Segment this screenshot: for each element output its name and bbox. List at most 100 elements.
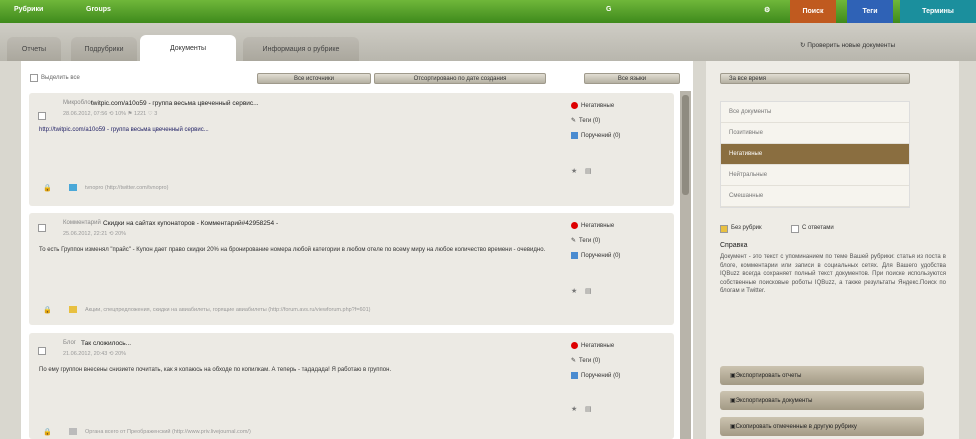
document-body[interactable]: То есть Группон изменял "прайс" - Купон …	[39, 246, 559, 255]
groups-link[interactable]: Groups	[86, 6, 111, 13]
tab-reports[interactable]: Отчеты	[7, 37, 61, 61]
tab-documents[interactable]: Документы	[140, 35, 236, 61]
select-all-checkbox[interactable]	[30, 74, 38, 82]
tab-rubric-info[interactable]: Информация о рубрике	[243, 37, 359, 61]
document-meta: 21.06.2012, 20:43 ⟲ 20%	[63, 351, 127, 357]
document-checkbox[interactable]	[38, 347, 46, 355]
assignments-link[interactable]: Поручений (0)	[571, 252, 620, 259]
with-answers-label: С ответами	[802, 225, 834, 231]
assign-icon	[571, 132, 578, 139]
export-reports-label: Экспортировать отчеты	[735, 372, 802, 379]
sentiment-negative[interactable]: Негативные	[571, 342, 614, 349]
red-dot-icon	[571, 102, 578, 109]
blog-icon	[69, 428, 77, 435]
assignments-label: Поручений (0)	[581, 132, 621, 139]
assignments-label: Поручений (0)	[581, 372, 621, 379]
tags-link[interactable]: ✎ Теги (0)	[571, 357, 601, 365]
filter-all[interactable]: Все документы	[721, 102, 909, 123]
tags-link[interactable]: ✎ Теги (0)	[571, 117, 601, 125]
tags-button[interactable]: Теги	[847, 0, 893, 23]
copy-to-rubric-label: Скопировать отмеченные в другую рубрику	[735, 423, 857, 430]
document-checkbox[interactable]	[38, 224, 46, 232]
document-title[interactable]: Так сложилось...	[81, 340, 131, 347]
gear-icon[interactable]: ⚙	[764, 6, 770, 14]
filter-negative[interactable]: Негативные	[721, 144, 909, 165]
sort-dropdown[interactable]: Отсортировано по дате создания	[374, 73, 546, 84]
pencil-icon: ✎	[571, 118, 577, 124]
terms-button[interactable]: Термины	[900, 0, 976, 23]
export-documents-label: Экспортировать документы	[735, 397, 813, 404]
export-documents-button[interactable]: ▣ Экспортировать документы	[720, 391, 924, 410]
help-text: Документ - это текст с упоминанием по те…	[720, 254, 946, 294]
pencil-icon: ✎	[571, 358, 577, 364]
document-meta: 28.06.2012, 07:56 ⟲ 10% ⚑ 1221 ♡ 3	[63, 111, 158, 117]
document-footer[interactable]: Органа всего от Преображенский (http://w…	[85, 429, 251, 435]
document-meta: 25.06.2012, 22:21 ⟲ 20%	[63, 231, 127, 237]
assignments-label: Поручений (0)	[581, 252, 621, 259]
filter-mixed[interactable]: Смешанные	[721, 186, 909, 207]
star-icon[interactable]: ★	[571, 405, 577, 413]
assignments-link[interactable]: Поручений (0)	[571, 132, 620, 139]
right-sidebar: За все время Все документы Позитивные Не…	[706, 61, 959, 439]
copy-to-rubric-button[interactable]: ▣ Скопировать отмеченные в другую рубрик…	[720, 417, 924, 436]
g-icon[interactable]: G	[606, 6, 611, 13]
sentiment-negative[interactable]: Негативные	[571, 102, 614, 109]
document-footer[interactable]: tvnopro (http://twitter.com/tvnopro)	[85, 185, 168, 191]
note-icon[interactable]: ▤	[585, 405, 592, 413]
check-new-label: Проверить новые документы	[807, 42, 896, 49]
document-source: Блог	[63, 340, 76, 346]
document-footer[interactable]: Акции, спецпредложения, скидки на авиаби…	[85, 307, 371, 313]
assign-icon	[571, 252, 578, 259]
period-dropdown[interactable]: За все время	[720, 73, 910, 84]
twitter-icon	[69, 184, 77, 191]
document-source: Микроблог	[63, 100, 93, 106]
assignments-link[interactable]: Поручений (0)	[571, 372, 620, 379]
tags-label: Теги (0)	[579, 117, 601, 124]
document-body[interactable]: http://twitpic.com/a10o59 - группа весьм…	[39, 126, 539, 135]
documents-panel: Выделить все Все источники Отсортировано…	[21, 61, 693, 439]
lock-icon[interactable]: 🔒	[43, 184, 52, 192]
document-checkbox[interactable]	[38, 112, 46, 120]
top-navbar: Рубрики Groups G ⚙ Поиск Теги Термины	[0, 0, 976, 23]
languages-dropdown[interactable]: Все языки	[584, 73, 680, 84]
assign-icon	[571, 372, 578, 379]
document-title[interactable]: twitpic.com/a10o59 - группа весьма цвече…	[91, 100, 259, 107]
tags-label: Теги (0)	[579, 357, 601, 364]
scrollbar-thumb[interactable]	[682, 95, 689, 195]
tab-bar: Отчеты Подрубрики Документы Информация о…	[0, 23, 976, 61]
no-rubric-label: Без рубрик	[731, 225, 762, 231]
star-icon[interactable]: ★	[571, 287, 577, 295]
with-answers-checkbox[interactable]	[791, 225, 799, 233]
document-item: Комментарий Скидки на сайтах купонаторов…	[29, 213, 674, 325]
tags-label: Теги (0)	[579, 237, 601, 244]
filter-neutral[interactable]: Нейтральные	[721, 165, 909, 186]
rubrics-link[interactable]: Рубрики	[14, 6, 43, 13]
sentiment-label: Негативные	[581, 222, 615, 229]
filter-positive[interactable]: Позитивные	[721, 123, 909, 144]
document-item: Блог Так сложилось... 21.06.2012, 20:43 …	[29, 333, 674, 439]
star-icon[interactable]: ★	[571, 167, 577, 175]
check-new-link[interactable]: ↻ Проверить новые документы	[800, 41, 895, 49]
sentiment-negative[interactable]: Негативные	[571, 222, 614, 229]
no-rubric-checkbox[interactable]	[720, 225, 728, 233]
document-title[interactable]: Скидки на сайтах купонаторов - Комментар…	[103, 220, 278, 227]
lock-icon[interactable]: 🔒	[43, 306, 52, 314]
export-reports-button[interactable]: ▣ Экспортировать отчеты	[720, 366, 924, 385]
lock-icon[interactable]: 🔒	[43, 428, 52, 436]
red-dot-icon	[571, 222, 578, 229]
tab-subrubrics[interactable]: Подрубрики	[71, 37, 137, 61]
select-all-label: Выделить все	[41, 75, 80, 81]
pencil-icon: ✎	[571, 238, 577, 244]
note-icon[interactable]: ▤	[585, 287, 592, 295]
tags-link[interactable]: ✎ Теги (0)	[571, 237, 601, 245]
sentiment-label: Негативные	[581, 342, 615, 349]
note-icon[interactable]: ▤	[585, 167, 592, 175]
document-body[interactable]: По ему группон внесены снизиете почитать…	[39, 366, 569, 375]
help-title: Справка	[720, 242, 748, 249]
document-item: Микроблог twitpic.com/a10o59 - группа ве…	[29, 93, 674, 206]
document-source: Комментарий	[63, 220, 101, 226]
sentiment-label: Негативные	[581, 102, 615, 109]
all-sources-dropdown[interactable]: Все источники	[257, 73, 371, 84]
search-button[interactable]: Поиск	[790, 0, 836, 23]
sentiment-filter-list: Все документы Позитивные Негативные Нейт…	[720, 101, 910, 208]
